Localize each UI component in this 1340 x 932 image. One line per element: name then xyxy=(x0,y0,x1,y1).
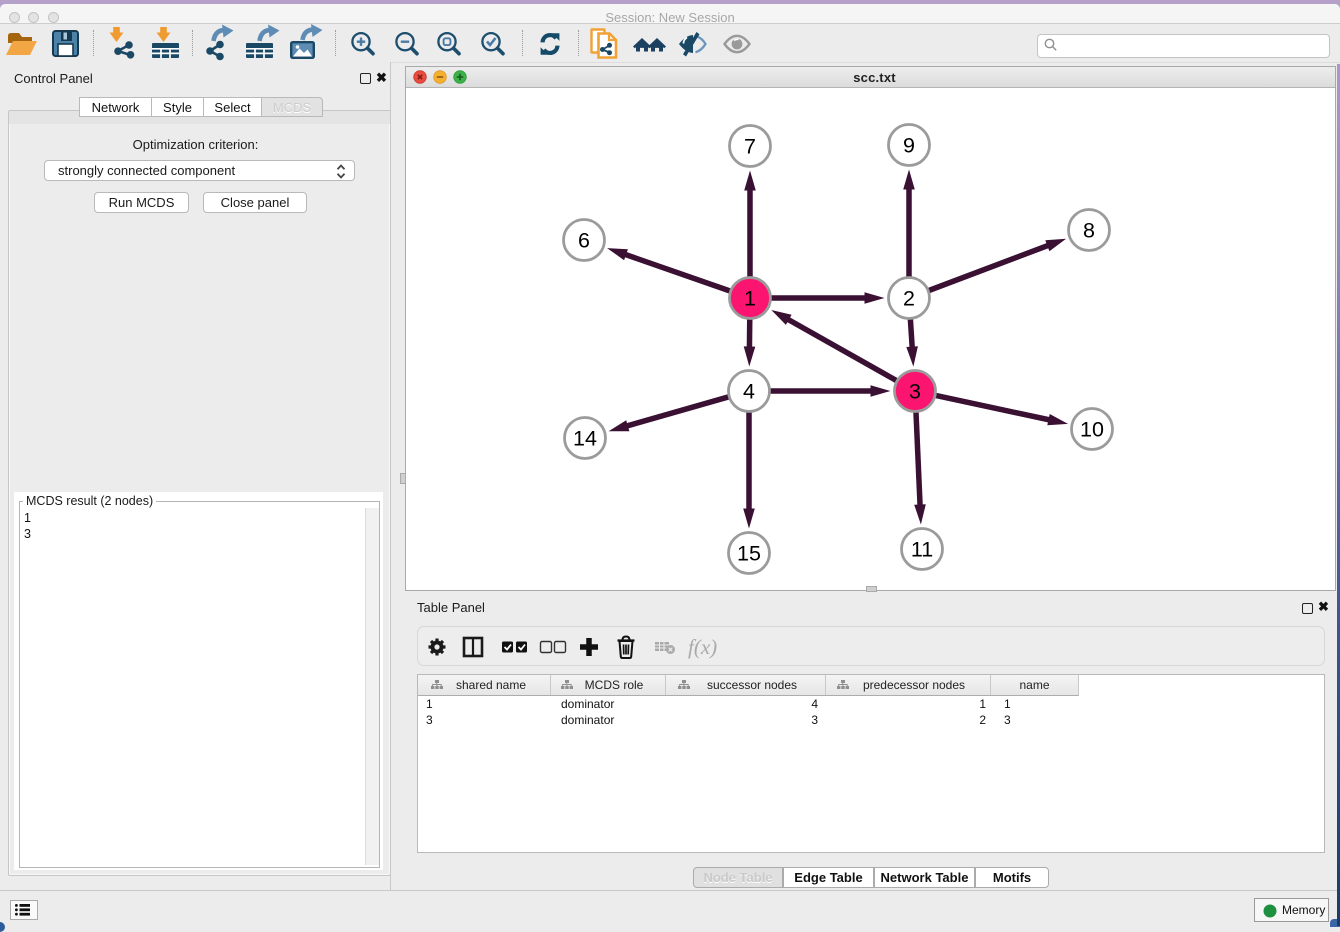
svg-text:3: 3 xyxy=(909,380,921,404)
svg-text:11: 11 xyxy=(911,538,933,562)
svg-text:1: 1 xyxy=(744,287,756,311)
svg-text:14: 14 xyxy=(573,427,597,451)
svg-text:6: 6 xyxy=(578,229,590,253)
svg-text:10: 10 xyxy=(1080,418,1104,442)
svg-text:9: 9 xyxy=(903,134,915,158)
svg-text:4: 4 xyxy=(743,380,755,404)
svg-text:8: 8 xyxy=(1083,219,1095,243)
svg-text:15: 15 xyxy=(737,542,761,566)
svg-text:f(x): f(x) xyxy=(688,635,717,659)
svg-text:2: 2 xyxy=(903,287,915,311)
svg-text:7: 7 xyxy=(744,135,756,159)
